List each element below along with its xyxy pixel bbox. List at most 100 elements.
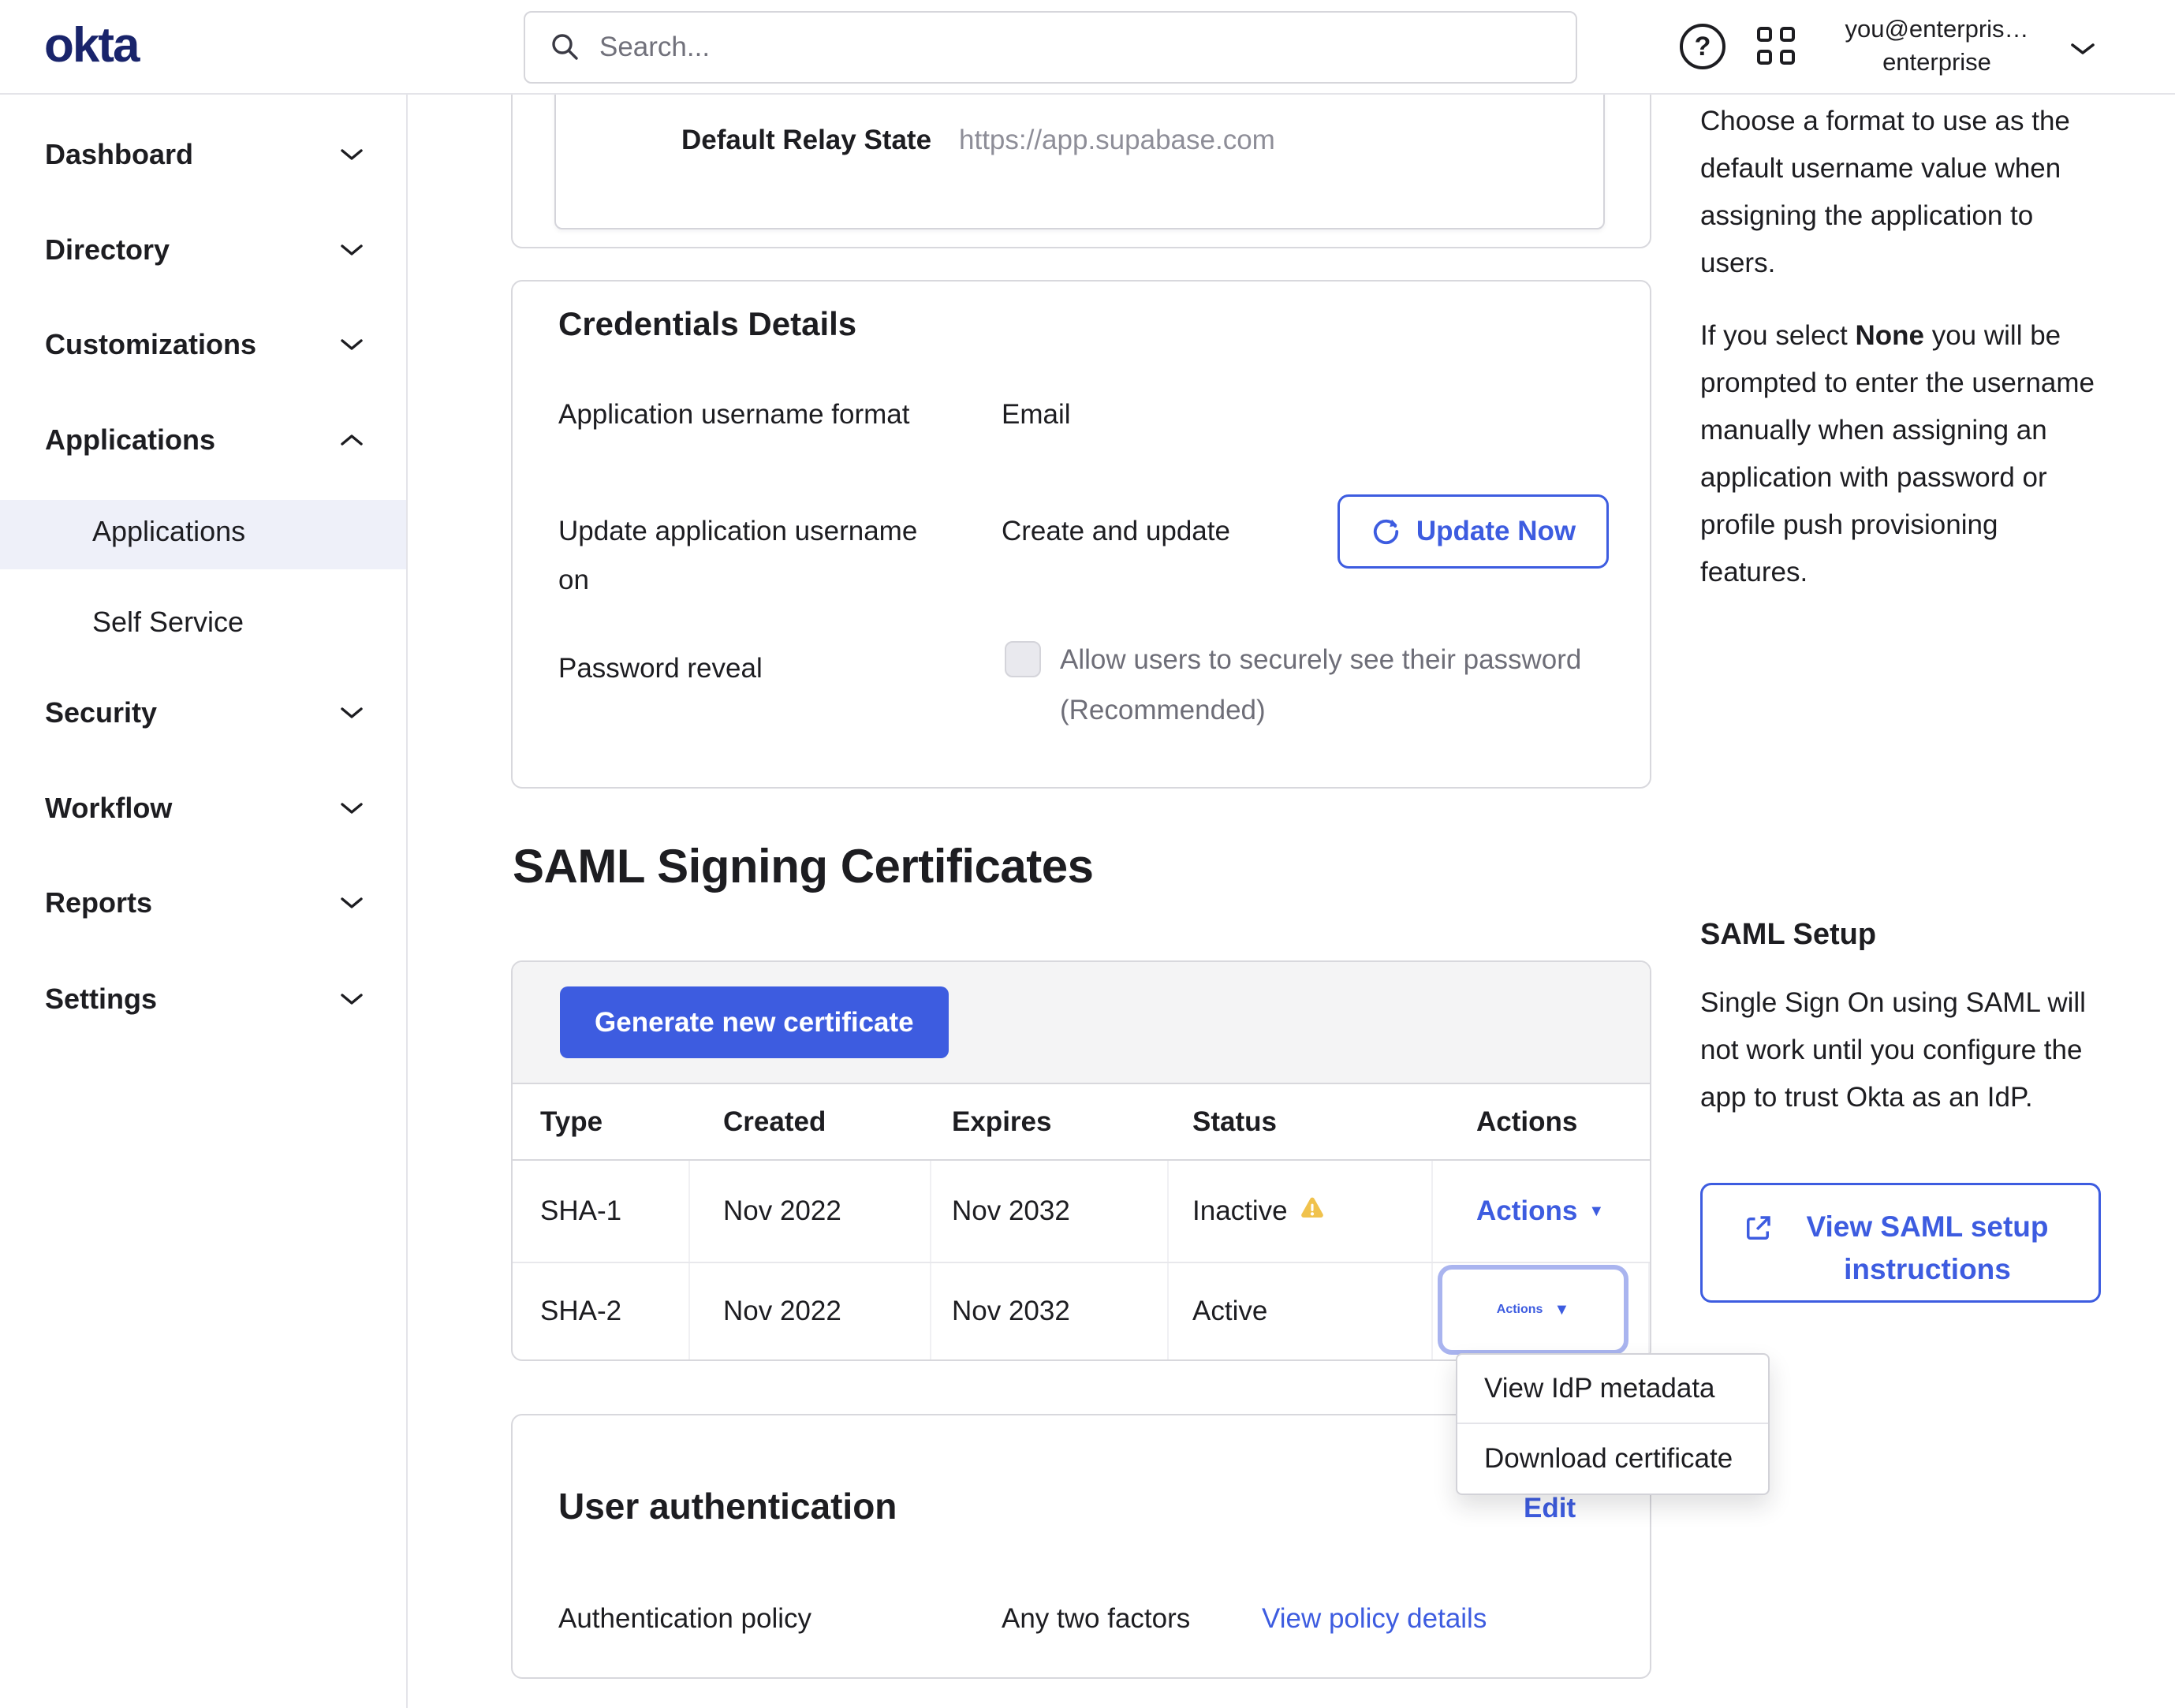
- caret-down-icon: ▼: [1554, 1301, 1569, 1319]
- top-bar: okta ? you@enterpris… enterprise: [0, 0, 2175, 95]
- generate-certificate-button[interactable]: Generate new certificate: [560, 986, 949, 1058]
- column-header-actions: Actions: [1433, 1084, 1650, 1159]
- sidebar-subitem-applications[interactable]: Applications: [92, 508, 245, 555]
- global-search[interactable]: [524, 11, 1577, 84]
- update-now-label: Update Now: [1416, 516, 1576, 547]
- cert-actions-cell: Actions ▼: [1433, 1161, 1650, 1262]
- update-username-value: Create and update: [1002, 507, 1230, 556]
- sidebar-item-directory[interactable]: Directory: [45, 226, 364, 274]
- cert-type: SHA-1: [513, 1161, 690, 1262]
- cert-created: Nov 2022: [690, 1263, 931, 1359]
- auth-policy-label: Authentication policy: [558, 1603, 811, 1635]
- view-saml-setup-label: View SAML setup instructions: [1795, 1206, 2060, 1291]
- user-authentication-title: User authentication: [558, 1485, 897, 1527]
- sidebar-item-label: Dashboard: [45, 138, 193, 171]
- relay-state-box: Default Relay State https://app.supabase…: [554, 82, 1605, 229]
- account-org: enterprise: [1814, 46, 2060, 79]
- column-header-expires: Expires: [931, 1084, 1169, 1159]
- sidebar-item-label: Security: [45, 696, 157, 729]
- chevron-down-icon: [340, 801, 364, 815]
- account-chevron-down-icon[interactable]: [2069, 41, 2096, 61]
- help-text-segment: If you select: [1700, 320, 1855, 351]
- grid-square: [1757, 27, 1772, 42]
- sidebar-item-settings[interactable]: Settings: [45, 975, 364, 1023]
- saml-setup-body: Single Sign On using SAML will not work …: [1700, 979, 2101, 1121]
- table-row: SHA-1 Nov 2022 Nov 2032 Inactive Actions…: [513, 1161, 1650, 1263]
- credentials-title: Credentials Details: [558, 305, 856, 343]
- search-input[interactable]: [599, 32, 1552, 63]
- certificates-table-header: Type Created Expires Status Actions: [513, 1084, 1650, 1161]
- cert-expires: Nov 2032: [931, 1161, 1169, 1262]
- account-menu[interactable]: you@enterpris… enterprise: [1814, 13, 2060, 79]
- certificates-toolbar: Generate new certificate: [513, 962, 1650, 1084]
- username-format-value: Email: [1002, 390, 1071, 439]
- edit-button[interactable]: Edit: [1524, 1493, 1576, 1524]
- actions-menu-button-focused[interactable]: Actions ▼: [1438, 1265, 1628, 1355]
- column-header-created: Created: [690, 1084, 931, 1159]
- apps-grid-icon[interactable]: [1757, 27, 1796, 66]
- account-email: you@enterpris…: [1814, 13, 2060, 46]
- sidebar-item-label: Reports: [45, 886, 152, 919]
- refresh-icon: [1371, 517, 1401, 546]
- actions-label: Actions: [1476, 1195, 1577, 1227]
- table-row: SHA-2 Nov 2022 Nov 2032 Active Actions ▼: [513, 1263, 1650, 1359]
- cert-status: Inactive: [1169, 1161, 1433, 1262]
- sidebar-item-label: Customizations: [45, 328, 256, 361]
- help-glyph: ?: [1695, 32, 1711, 62]
- saml-setup-title: SAML Setup: [1700, 918, 1876, 952]
- sign-on-settings-panel: Default Relay State https://app.supabase…: [511, 82, 1651, 248]
- sidebar-nav: Dashboard Directory Customizations Appli…: [0, 95, 408, 1708]
- sidebar-item-label: Settings: [45, 983, 157, 1016]
- sidebar-item-label: Workflow: [45, 792, 172, 825]
- username-format-label: Application username format: [558, 390, 937, 439]
- chevron-down-icon: [340, 992, 364, 1006]
- sidebar-item-applications[interactable]: Applications: [45, 416, 364, 464]
- column-header-type: Type: [513, 1084, 690, 1159]
- chevron-down-icon: [340, 243, 364, 257]
- username-none-help-text: If you select None you will be prompted …: [1700, 312, 2099, 596]
- signing-certificates-panel: Generate new certificate Type Created Ex…: [511, 960, 1651, 1361]
- sidebar-item-security[interactable]: Security: [45, 689, 364, 737]
- sidebar-item-reports[interactable]: Reports: [45, 879, 364, 927]
- chevron-down-icon: [340, 706, 364, 720]
- search-icon: [549, 31, 582, 64]
- sidebar-subitem-label: Applications: [92, 515, 245, 548]
- column-header-status: Status: [1169, 1084, 1433, 1159]
- cert-expires: Nov 2032: [931, 1263, 1169, 1359]
- sidebar-item-workflow[interactable]: Workflow: [45, 785, 364, 832]
- credentials-details-panel: Credentials Details Application username…: [511, 280, 1651, 789]
- password-reveal-line1: Allow users to securely see their passwo…: [1060, 635, 1581, 685]
- menu-item-download-certificate[interactable]: Download certificate: [1457, 1424, 1768, 1494]
- password-reveal-line2: (Recommended): [1060, 685, 1581, 736]
- view-saml-setup-button[interactable]: View SAML setup instructions: [1700, 1183, 2101, 1303]
- sidebar-subitem-label: Self Service: [92, 606, 244, 639]
- password-reveal-label: Password reveal: [558, 644, 937, 693]
- sidebar-item-customizations[interactable]: Customizations: [45, 321, 364, 368]
- chevron-up-icon: [340, 433, 364, 447]
- actions-menu-button[interactable]: Actions ▼: [1476, 1195, 1604, 1227]
- help-text-bold: None: [1855, 320, 1924, 351]
- status-text: Inactive: [1192, 1195, 1288, 1227]
- actions-label: Actions: [1497, 1303, 1543, 1317]
- cert-status: Active: [1169, 1263, 1433, 1359]
- sidebar-subitem-self-service[interactable]: Self Service: [92, 599, 244, 646]
- password-reveal-description: Allow users to securely see their passwo…: [1060, 635, 1581, 736]
- view-policy-details-link[interactable]: View policy details: [1262, 1603, 1487, 1635]
- chevron-down-icon: [340, 896, 364, 910]
- okta-logo[interactable]: okta: [44, 17, 138, 73]
- chevron-down-icon: [340, 337, 364, 352]
- actions-dropdown-menu: View IdP metadata Download certificate: [1456, 1353, 1770, 1495]
- relay-state-value: https://app.supabase.com: [959, 125, 1275, 156]
- grid-square: [1780, 27, 1795, 42]
- grid-square: [1757, 50, 1772, 65]
- help-icon[interactable]: ?: [1680, 24, 1725, 69]
- page-title: SAML Signing Certificates: [513, 839, 1094, 893]
- sidebar-item-label: Applications: [45, 423, 215, 457]
- update-now-button[interactable]: Update Now: [1337, 494, 1609, 569]
- update-username-label: Update application username on: [558, 507, 937, 605]
- cert-type: SHA-2: [513, 1263, 690, 1359]
- password-reveal-checkbox[interactable]: [1005, 641, 1041, 677]
- menu-item-view-idp-metadata[interactable]: View IdP metadata: [1457, 1355, 1768, 1424]
- sidebar-item-dashboard[interactable]: Dashboard: [45, 131, 364, 178]
- chevron-down-icon: [340, 147, 364, 162]
